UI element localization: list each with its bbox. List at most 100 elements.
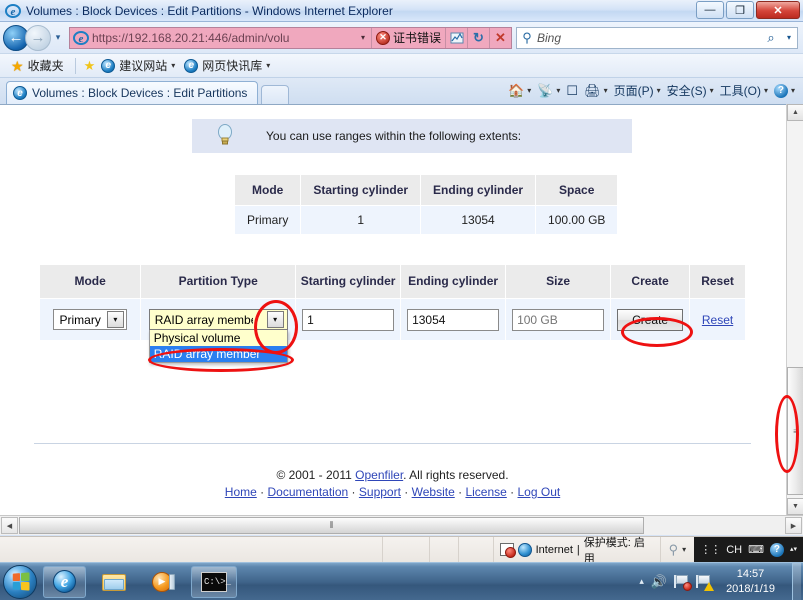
ime-help-icon[interactable]: ? (769, 542, 784, 557)
tab-bar: e Volumes : Block Devices : Edit Partiti… (0, 77, 803, 104)
page-menu-button[interactable]: 页面(P) ▾ (612, 82, 663, 99)
ime-language-bar[interactable]: ⋮⋮ CH ⌨ ? ▴▾ (694, 536, 803, 563)
chevron-down-icon[interactable]: ▾ (764, 86, 768, 95)
chevron-down-icon[interactable]: ▾ (171, 61, 175, 70)
chevron-down-icon[interactable]: ▾ (266, 61, 270, 70)
volume-icon[interactable]: 🔊 (651, 574, 667, 590)
footer-link-license[interactable]: License (465, 485, 506, 499)
stop-icon[interactable]: ✕ (489, 27, 511, 48)
taskbar-button-internet-explorer[interactable]: e (43, 565, 86, 598)
zoom-level-control[interactable]: ⚲ ▾ (659, 536, 695, 563)
chevron-down-icon[interactable]: ▾ (710, 86, 714, 95)
favorites-button[interactable]: ★ 收藏夹 (8, 57, 67, 74)
tip-banner: You can use ranges within the following … (192, 119, 632, 153)
minimize-button[interactable]: — (696, 1, 724, 19)
network-icon[interactable] (674, 575, 693, 591)
svg-text:e: e (79, 33, 84, 45)
vertical-scroll-track[interactable]: ≡ (787, 121, 803, 498)
chevron-down-icon[interactable]: ▾ (657, 86, 661, 95)
system-tray: ▴ 🔊 14:57 2018/1/19 (639, 562, 803, 600)
address-bar-url[interactable]: https://192.168.20.21:446/admin/volu (92, 31, 355, 45)
chevron-down-icon[interactable]: ▾ (106, 311, 124, 328)
footer-link-documentation[interactable]: Documentation (267, 485, 348, 499)
search-provider-dropdown-icon[interactable]: ▾ (781, 33, 797, 42)
chevron-down-icon[interactable]: ▾ (604, 86, 608, 95)
create-header-create: Create (610, 264, 691, 299)
footer-link-home[interactable]: Home (225, 485, 257, 499)
print-button[interactable]: 🖨 ▾ (582, 83, 610, 99)
forward-button[interactable]: → (25, 24, 51, 51)
restore-button[interactable]: ❐ (726, 1, 754, 19)
add-to-favorites-bar-icon[interactable]: ★ (84, 58, 96, 74)
scroll-left-button[interactable]: ◀ (1, 517, 18, 534)
address-bar[interactable]: e https://192.168.20.21:446/admin/volu ▾… (69, 26, 512, 49)
clock[interactable]: 14:57 2018/1/19 (718, 567, 783, 597)
scroll-up-button[interactable]: ▲ (787, 104, 803, 121)
partition-type-select[interactable]: RAID array member ▾ (148, 309, 288, 330)
new-tab-button[interactable] (261, 85, 290, 104)
taskbar-button-command-prompt[interactable]: C:\>_ (191, 565, 237, 598)
tab-volumes-block-devices-edit-partitions[interactable]: e Volumes : Block Devices : Edit Partiti… (6, 81, 259, 104)
footer-link-log-out[interactable]: Log Out (518, 485, 561, 499)
reset-link[interactable]: Reset (702, 313, 733, 327)
footer-link-support[interactable]: Support (359, 485, 401, 499)
favorites-item-web-slice-gallery[interactable]: e 网页快讯库 ▾ (181, 57, 273, 74)
read-mail-button[interactable]: ☐ (564, 83, 580, 99)
home-button[interactable]: 🏠 ▾ (506, 83, 533, 99)
certificate-error-indicator[interactable]: ✕ 证书错误 (370, 27, 445, 48)
vertical-scrollbar[interactable]: ▲ ≡ ▼ (786, 104, 803, 515)
chevron-down-icon[interactable]: ▾ (791, 86, 795, 95)
ime-grip-icon[interactable]: ⋮⋮ (700, 543, 721, 556)
mode-select[interactable]: Primary ▾ (53, 309, 127, 330)
window-title-bar: e Volumes : Block Devices : Edit Partiti… (0, 0, 803, 22)
taskbar-button-windows-media-player[interactable]: ▶ (142, 566, 185, 598)
dropdown-option-raid-array-member[interactable]: RAID array member (149, 346, 287, 362)
star-icon: ★ (11, 57, 24, 74)
recent-pages-dropdown[interactable]: ▾ (51, 32, 65, 43)
svg-text:e: e (11, 6, 16, 18)
ime-keyboard-icon[interactable]: ⌨ (748, 543, 764, 556)
chevron-down-icon[interactable]: ▾ (266, 311, 284, 328)
scroll-down-button[interactable]: ▼ (787, 498, 803, 515)
footer-link-website[interactable]: Website (412, 485, 455, 499)
dropdown-option-physical-volume[interactable]: Physical volume (150, 330, 287, 346)
chevron-down-icon[interactable]: ▾ (527, 86, 531, 95)
chevron-down-icon[interactable]: ▾ (682, 545, 686, 554)
favorites-item-suggested-sites[interactable]: e 建议网站 ▾ (98, 57, 178, 74)
safety-menu-button[interactable]: 安全(S) ▾ (665, 82, 716, 99)
search-input[interactable]: Bing (537, 31, 761, 45)
horizontal-scroll-thumb[interactable]: ⫴ (19, 517, 644, 534)
partition-type-dropdown-list[interactable]: Physical volume RAID array member (148, 330, 288, 363)
start-button[interactable] (3, 564, 37, 599)
compatibility-view-icon[interactable] (445, 27, 467, 48)
ending-cylinder-input[interactable] (407, 308, 500, 331)
action-center-icon[interactable] (696, 575, 715, 591)
tab-favicon-icon: e (13, 86, 27, 100)
size-input[interactable] (512, 308, 605, 331)
popup-blocked-icon[interactable] (500, 543, 516, 558)
search-box[interactable]: ⚲ Bing ⌕ ▾ (516, 26, 798, 49)
horizontal-scrollbar[interactable]: ◀ ⫴ ▶ (0, 515, 803, 535)
show-hidden-icons-button[interactable]: ▴ (639, 576, 644, 587)
vertical-scroll-thumb[interactable]: ≡ (787, 367, 803, 495)
tools-menu-button[interactable]: 工具(O) ▾ (718, 82, 770, 99)
feeds-button[interactable]: 📡 ▾ (535, 83, 562, 99)
tools-menu-label: 工具(O) (719, 84, 761, 98)
openfiler-link[interactable]: Openfiler (355, 468, 403, 482)
show-desktop-button[interactable] (792, 562, 801, 600)
search-go-icon[interactable]: ⌕ (761, 30, 781, 46)
chevron-down-icon[interactable]: ▾ (556, 86, 560, 95)
help-menu-button[interactable]: ? ▾ (772, 83, 797, 98)
security-zone-indicator[interactable]: Internet | 保护模式: 启用 (494, 534, 659, 566)
address-bar-dropdown-icon[interactable]: ▾ (355, 33, 371, 42)
ime-options-icon[interactable]: ▴▾ (790, 546, 797, 553)
starting-cylinder-input[interactable] (302, 308, 395, 331)
taskbar-button-windows-explorer[interactable] (92, 566, 136, 598)
footer-separator: · (404, 485, 409, 499)
ie-favicon-icon: e (101, 58, 116, 73)
refresh-icon[interactable]: ↻ (467, 27, 489, 48)
create-button[interactable]: Create (617, 308, 684, 331)
ime-language-label[interactable]: CH (726, 544, 742, 556)
close-button[interactable]: ✕ (756, 1, 800, 19)
scroll-right-button[interactable]: ▶ (785, 517, 802, 534)
